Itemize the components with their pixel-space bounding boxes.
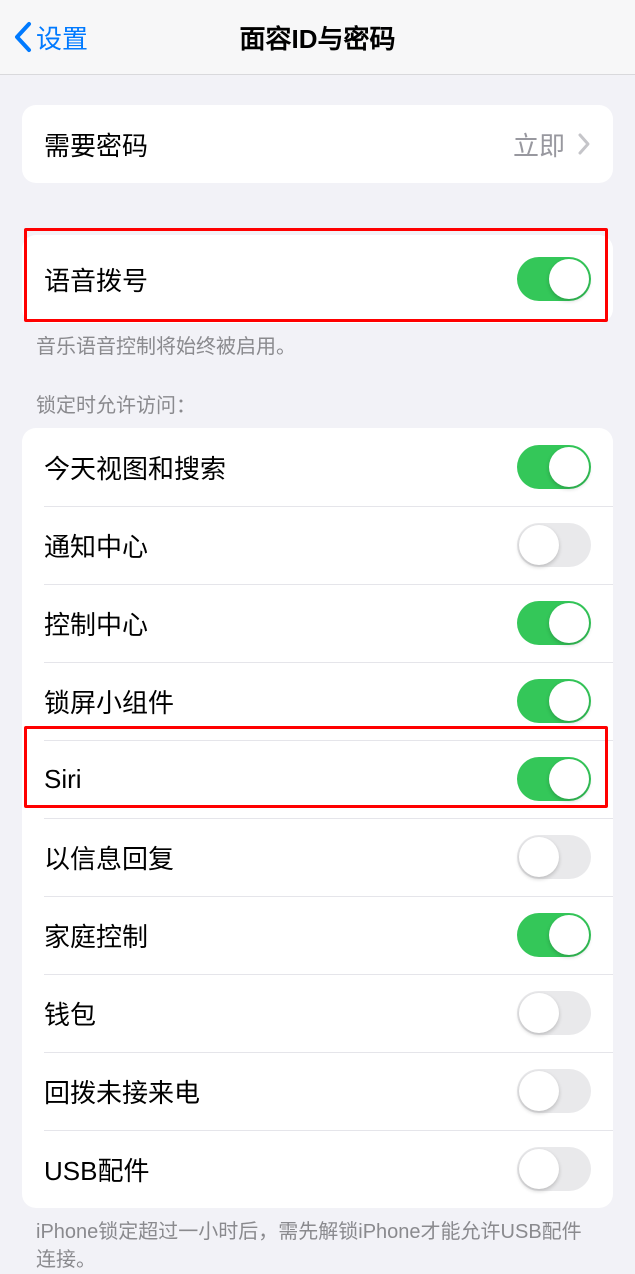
lock-access-row: 回拨未接来电 xyxy=(22,1052,613,1130)
lock-access-header: 锁定时允许访问： xyxy=(0,361,635,428)
lock-access-label: 家庭控制 xyxy=(44,917,517,954)
lock-access-row: 今天视图和搜索 xyxy=(22,428,613,506)
lock-access-toggle[interactable] xyxy=(517,523,591,567)
lock-access-label: 通知中心 xyxy=(44,527,517,564)
toggle-knob xyxy=(549,915,589,955)
toggle-knob xyxy=(549,603,589,643)
voice-dial-toggle[interactable] xyxy=(517,257,591,301)
lock-access-row: 通知中心 xyxy=(22,506,613,584)
require-passcode-label: 需要密码 xyxy=(44,126,513,163)
chevron-right-icon xyxy=(577,132,591,156)
lock-access-label: 控制中心 xyxy=(44,605,517,642)
toggle-knob xyxy=(549,681,589,721)
lock-access-row: 锁屏小组件 xyxy=(22,662,613,740)
lock-access-footer: iPhone锁定超过一小时后，需先解锁iPhone才能允许USB配件连接。 xyxy=(0,1208,635,1274)
voice-dial-label: 语音拨号 xyxy=(44,261,517,298)
toggle-knob xyxy=(519,1149,559,1189)
toggle-knob xyxy=(519,993,559,1033)
page-title: 面容ID与密码 xyxy=(239,19,395,56)
toggle-knob xyxy=(519,1071,559,1111)
lock-access-row: Siri xyxy=(22,740,613,818)
lock-access-toggle[interactable] xyxy=(517,1147,591,1191)
lock-access-label: 今天视图和搜索 xyxy=(44,449,517,486)
lock-access-row: 控制中心 xyxy=(22,584,613,662)
toggle-knob xyxy=(519,837,559,877)
lock-access-label: 回拨未接来电 xyxy=(44,1073,517,1110)
lock-access-toggle[interactable] xyxy=(517,991,591,1035)
lock-access-row: 家庭控制 xyxy=(22,896,613,974)
lock-access-label: Siri xyxy=(44,764,517,795)
lock-access-label: 钱包 xyxy=(44,995,517,1032)
nav-bar: 设置 面容ID与密码 xyxy=(0,0,635,75)
lock-access-group: 今天视图和搜索通知中心控制中心锁屏小组件 Siri 以信息回复家庭控制钱包回拨未接来… xyxy=(22,428,613,1208)
lock-access-row: 以信息回复 xyxy=(22,818,613,896)
lock-access-toggle[interactable] xyxy=(517,679,591,723)
back-button[interactable]: 设置 xyxy=(12,19,88,56)
lock-access-row: USB配件 xyxy=(22,1130,613,1208)
chevron-left-icon xyxy=(12,21,34,53)
lock-access-toggle[interactable] xyxy=(517,445,591,489)
lock-access-toggle[interactable] xyxy=(517,913,591,957)
lock-access-toggle[interactable] xyxy=(517,757,591,801)
lock-access-label: 以信息回复 xyxy=(44,839,517,876)
toggle-knob xyxy=(549,259,589,299)
lock-access-toggle[interactable] xyxy=(517,835,591,879)
lock-access-toggle[interactable] xyxy=(517,601,591,645)
lock-access-label: 锁屏小组件 xyxy=(44,683,517,720)
require-passcode-group: 需要密码 立即 xyxy=(22,105,613,183)
toggle-knob xyxy=(549,447,589,487)
require-passcode-row[interactable]: 需要密码 立即 xyxy=(22,105,613,183)
lock-access-row: 钱包 xyxy=(22,974,613,1052)
voice-dial-footer: 音乐语音控制将始终被启用。 xyxy=(0,323,635,361)
require-passcode-value: 立即 xyxy=(513,126,565,163)
toggle-knob xyxy=(519,525,559,565)
voice-dial-group: 语音拨号 xyxy=(22,235,613,323)
voice-dial-row: 语音拨号 xyxy=(22,235,613,323)
back-label: 设置 xyxy=(36,19,88,56)
lock-access-toggle[interactable] xyxy=(517,1069,591,1113)
lock-access-label: USB配件 xyxy=(44,1151,517,1188)
toggle-knob xyxy=(549,759,589,799)
